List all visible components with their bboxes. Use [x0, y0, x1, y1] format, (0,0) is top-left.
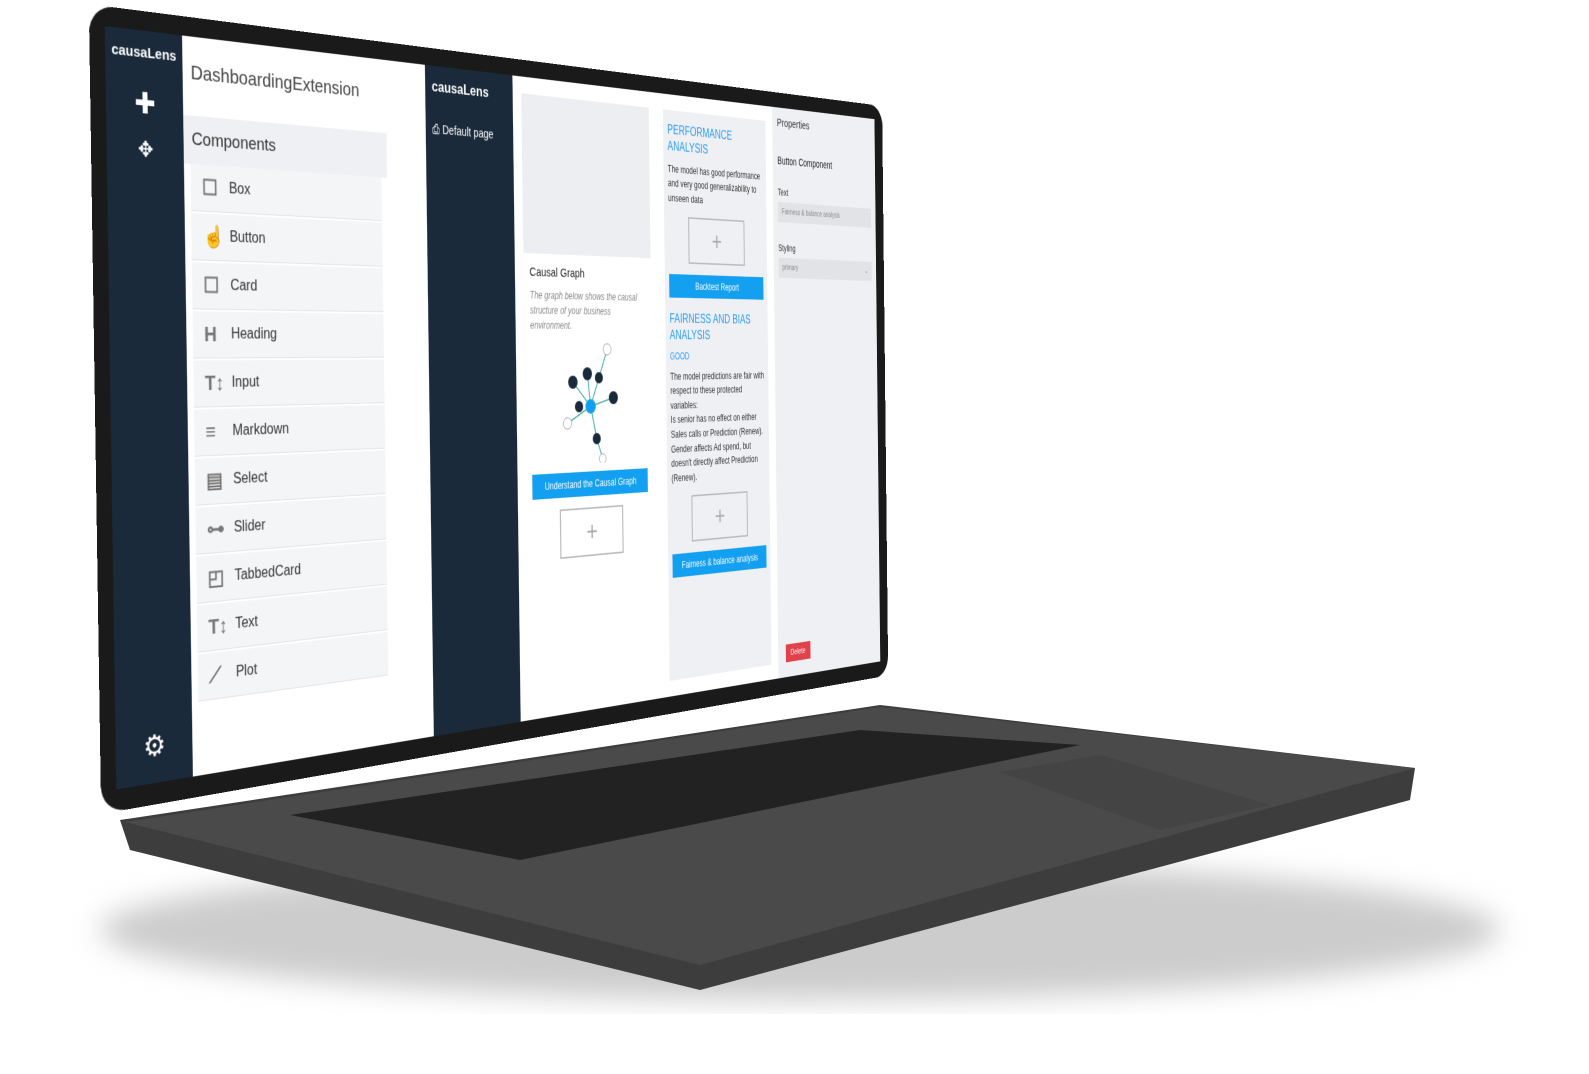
- component-label: Button: [229, 229, 266, 247]
- add-component-placeholder[interactable]: +: [691, 491, 748, 542]
- fairness-text: The model predictions are fair with resp…: [670, 369, 765, 412]
- component-button[interactable]: ☝ Button: [191, 212, 383, 267]
- delete-button[interactable]: Delete: [785, 640, 811, 663]
- puzzle-icon[interactable]: ✚: [134, 86, 156, 122]
- gear-icon[interactable]: ⚙: [143, 728, 166, 766]
- fairness-line-2: Gender affects Ad spend, but doesn't dir…: [671, 440, 758, 484]
- analysis-column: PERFORMANCE ANALYSIS The model has good …: [662, 109, 772, 682]
- properties-title: Properties: [776, 116, 810, 133]
- empty-box[interactable]: [521, 93, 651, 259]
- component-heading[interactable]: H Heading: [192, 311, 384, 359]
- causal-title: Causal Graph: [529, 264, 585, 281]
- components-panel: DashboardingExtension Components ☐ Box ☝ Bu…: [181, 35, 395, 777]
- nav-label: Default page: [442, 122, 494, 142]
- chevron-down-icon: ⌄: [864, 267, 869, 276]
- square-icon: ☐: [201, 175, 218, 201]
- heading-icon: H: [203, 322, 217, 347]
- performance-text: The model has good performance and very …: [667, 162, 761, 206]
- tabbed-card-icon: ◰: [207, 564, 225, 591]
- laptop-screen: causaLens ✚ ✥ ⚙ DashboardingExtension Co…: [88, 4, 889, 814]
- icon-rail: causaLens ✚ ✥ ⚙: [104, 26, 193, 790]
- chart-icon: ⟋: [208, 662, 222, 688]
- fairness-status: GOOD: [669, 350, 690, 362]
- text-input[interactable]: Fairness & balance analysis: [777, 201, 872, 228]
- canvas: Causal Graph The graph below shows the c…: [512, 75, 779, 722]
- logo: causaLens: [111, 40, 177, 65]
- component-label: Text: [235, 613, 259, 633]
- square-icon: ☐: [203, 273, 220, 298]
- select-icon: ▤: [206, 467, 223, 493]
- slider-icon: ⊶: [206, 516, 225, 542]
- text-input-icon: T↕: [204, 370, 225, 395]
- component-input[interactable]: T↕ Input: [193, 359, 385, 408]
- causal-graph-card[interactable]: Causal Graph The graph below shows the c…: [523, 252, 656, 704]
- performance-title: PERFORMANCE ANALYSIS: [667, 123, 733, 157]
- causal-graph-image: [555, 341, 618, 465]
- component-name: Button Component: [777, 154, 833, 172]
- styling-label: Styling: [778, 242, 796, 255]
- causal-desc: The graph below shows the causal structu…: [529, 289, 638, 332]
- add-component-placeholder[interactable]: +: [559, 504, 624, 560]
- lines-icon: ≡: [205, 419, 216, 444]
- preview-nav: causaLens ⎙ Default page: [424, 64, 521, 737]
- component-label: Select: [232, 469, 268, 488]
- styling-select[interactable]: primary ⌄: [778, 257, 872, 282]
- fairness-title: FAIRNESS AND BIAS ANALYSIS: [669, 312, 751, 343]
- component-label: TabbedCard: [234, 561, 302, 584]
- component-label: Input: [231, 374, 260, 391]
- component-label: Plot: [235, 661, 258, 681]
- backtest-report-button[interactable]: Backtest Report: [669, 274, 764, 301]
- text-input-value: Fairness & balance analysis: [781, 208, 840, 221]
- text-label: Text: [777, 187, 789, 199]
- add-component-placeholder[interactable]: +: [687, 217, 745, 267]
- properties-panel: Properties Button Component Text Fairnes…: [771, 106, 881, 679]
- understand-causal-graph-button[interactable]: Understand the Causal Graph: [532, 468, 648, 500]
- component-label: Slider: [233, 517, 266, 536]
- styling-value: primary: [782, 263, 799, 273]
- component-card[interactable]: ☐ Card: [191, 262, 384, 313]
- preview-logo: causaLens: [431, 77, 489, 101]
- fairness-balance-button[interactable]: Fairness & balance analysis: [672, 545, 767, 579]
- fairness-line-1: Is senior has no effect on either Sales …: [670, 411, 764, 441]
- text-icon: T↕: [208, 613, 228, 640]
- component-label: Heading: [230, 326, 278, 343]
- pointer-hand-icon: ☝: [202, 224, 225, 249]
- component-label: Box: [228, 180, 251, 199]
- nav-item-default-page[interactable]: ⎙ Default page: [432, 122, 507, 144]
- component-label: Markdown: [232, 421, 290, 439]
- component-label: Card: [230, 277, 258, 295]
- move-icon[interactable]: ✥: [138, 136, 154, 163]
- component-markdown[interactable]: ≡ Markdown: [193, 404, 386, 457]
